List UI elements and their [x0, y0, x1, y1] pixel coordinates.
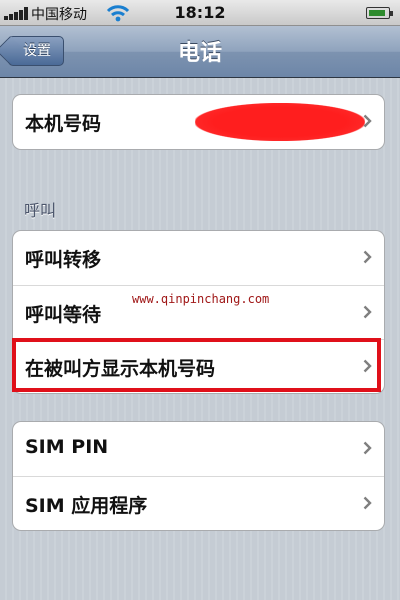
- chevron-right-icon: [363, 441, 372, 455]
- cell-my-number[interactable]: 本机号码: [13, 95, 384, 149]
- chevron-right-icon: [363, 114, 372, 128]
- navigation-bar: 设置 电话: [0, 26, 400, 78]
- battery-icon: [366, 7, 393, 19]
- cell-label: SIM PIN: [25, 436, 109, 458]
- sim-group: SIM PIN SIM 应用程序: [12, 421, 385, 531]
- chevron-right-icon: [363, 250, 372, 264]
- highlight-annotation-box: [12, 338, 381, 392]
- watermark-text: www.qinpinchang.com: [132, 292, 270, 306]
- battery-fill: [369, 10, 385, 16]
- cell-label: 呼叫等待: [25, 304, 102, 326]
- section-header-calls: 呼叫: [24, 201, 57, 220]
- cell-label: 呼叫转移: [25, 249, 102, 271]
- cell-label: 本机号码: [25, 113, 102, 135]
- cell-call-forwarding[interactable]: 呼叫转移: [13, 231, 384, 285]
- chevron-right-icon: [363, 305, 372, 319]
- my-number-group: 本机号码: [12, 94, 385, 150]
- chevron-right-icon: [363, 496, 372, 510]
- cell-label: SIM 应用程序: [25, 495, 148, 517]
- redacted-phone-number: [195, 103, 365, 141]
- page-title: 电话: [177, 41, 222, 66]
- status-bar: 中国移动 18:12: [0, 0, 400, 26]
- clock-time: 18:12: [174, 3, 226, 22]
- cell-sim-pin[interactable]: SIM PIN: [13, 422, 384, 476]
- cell-sim-applications[interactable]: SIM 应用程序: [13, 476, 384, 530]
